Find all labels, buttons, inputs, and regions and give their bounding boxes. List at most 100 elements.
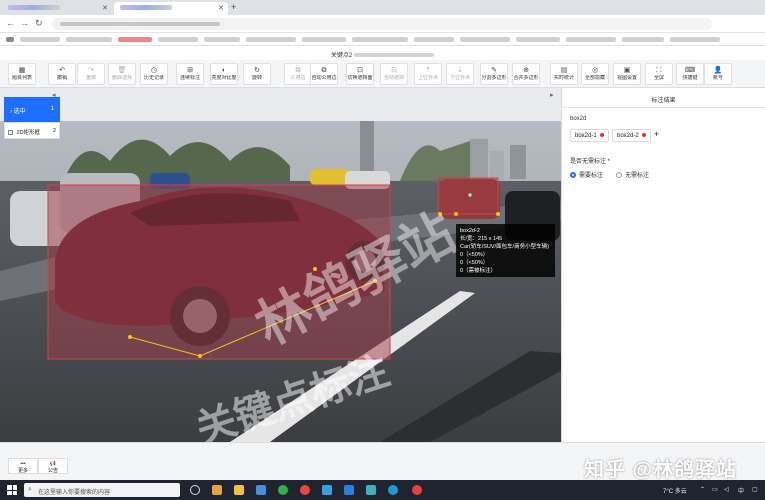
toolbar-button[interactable]: ↶ 撤销: [48, 63, 76, 85]
app-title: 关键点2: [0, 46, 765, 60]
windows-taskbar: ⌕ 在这里输入你要搜索的内容 7°C 多云 ⌃ ▭ ◁ 中 ▢: [0, 480, 765, 500]
taskbar-search-input[interactable]: ⌕ 在这里输入你要搜索的内容: [24, 483, 180, 497]
list-item-2d-box[interactable]: 2D矩形框 2: [4, 122, 60, 139]
bookmark[interactable]: [246, 37, 296, 42]
bookmark[interactable]: [670, 37, 720, 42]
toolbar-button[interactable]: 👤 账号: [704, 63, 732, 85]
road-photo[interactable]: 林鸽驿站 关键点标注: [0, 121, 561, 442]
bookmark[interactable]: [204, 37, 240, 42]
tray-arrow-icon[interactable]: ⌃: [700, 486, 705, 493]
toolbar-button[interactable]: ◎ 全部隐藏: [581, 63, 609, 85]
keypoint[interactable]: [468, 193, 472, 197]
toolbar-button[interactable]: ⇣ 下位界点: [446, 63, 474, 85]
tab-title: [120, 5, 172, 10]
question-label: 是否无需标注 *: [570, 159, 611, 165]
toolbar-button[interactable]: ▣ 视图设置: [613, 63, 641, 85]
app-icon[interactable]: [366, 485, 376, 495]
toolbar-button[interactable]: ⧉ 自动公用边: [310, 63, 338, 85]
keypoint[interactable]: [198, 354, 202, 358]
checkbox[interactable]: [8, 130, 13, 136]
toolbar-label: 全屏: [653, 75, 664, 81]
announcement-button[interactable]: 📢 公告: [38, 458, 68, 474]
toolbar-button[interactable]: ⊕ 合并多边形: [512, 63, 540, 85]
chrome-icon[interactable]: [300, 485, 310, 495]
task-view-icon[interactable]: [190, 485, 200, 495]
edge-icon[interactable]: [388, 485, 398, 495]
box-tag-label: box2d-1: [575, 133, 597, 139]
add-box-button[interactable]: +: [654, 129, 659, 139]
annotation-toolbar: ▦ 题目列表 ↶ 撤销 ↷ 重做 🗑 删除选择 ◷ 历史记录 ⊞ 连续标注 ◐ 亮度对比度 ↻ 旋转 ⧉ 公用边 ⧉…: [0, 60, 765, 88]
bookmark[interactable]: [516, 37, 560, 42]
bookmark[interactable]: [158, 37, 198, 42]
radio-need-annotate[interactable]: 需要标注: [570, 170, 603, 179]
toolbar-button[interactable]: ↻ 旋转: [243, 63, 271, 85]
toolbar-button[interactable]: ↷ 重做: [77, 63, 105, 85]
toolbar-button[interactable]: ⊟ 自动遮挡: [380, 63, 408, 85]
selected-group[interactable]: › 选中 1: [4, 97, 60, 122]
keypoint[interactable]: [496, 212, 500, 216]
toolbar-icon: ⧉: [321, 67, 327, 74]
keypoint[interactable]: [454, 212, 458, 216]
toolbar-icon: ▣: [623, 67, 631, 74]
new-tab-icon[interactable]: +: [231, 2, 236, 12]
bookmark[interactable]: [302, 37, 346, 42]
toolbar-button[interactable]: 🗑 删除选择: [108, 63, 136, 85]
weather-text[interactable]: 7°C 多云: [663, 486, 687, 495]
bookmark[interactable]: [352, 37, 408, 42]
tooltip-attr2: 0（<50%）: [460, 260, 489, 266]
reload-icon[interactable]: ↻: [35, 18, 43, 29]
radio-no-annotate[interactable]: 无需标注: [616, 170, 649, 179]
close-icon[interactable]: ✕: [218, 4, 224, 12]
windows-start-icon[interactable]: [7, 485, 17, 495]
address-bar[interactable]: [52, 18, 712, 30]
toolbar-icon: ⌨: [684, 67, 696, 74]
box-tag-1[interactable]: box2d-1: [570, 129, 609, 142]
close-icon[interactable]: ✕: [102, 4, 108, 12]
browser-tab[interactable]: ✕: [2, 2, 112, 15]
toolbar-button[interactable]: ⇡ 上位界点: [414, 63, 442, 85]
bookmark[interactable]: [622, 37, 664, 42]
annotation-image[interactable]: 林鸽驿站 关键点标注: [0, 121, 561, 442]
toolbar-button[interactable]: ▤ 实时统计: [550, 63, 578, 85]
list-item-label: 2D矩形框: [16, 130, 41, 136]
bookmark[interactable]: [66, 37, 112, 42]
bookmark[interactable]: [20, 37, 60, 42]
toolbar-button[interactable]: ⊡ 切换遮挡面: [346, 63, 374, 85]
bookmark[interactable]: [460, 37, 510, 42]
volume-icon[interactable]: ◁: [724, 486, 729, 493]
toolbar-button[interactable]: ⌨ 快捷键: [676, 63, 704, 85]
toolbar-button[interactable]: ⧉ 公用边: [284, 63, 312, 85]
toolbar-button[interactable]: ▦ 题目列表: [8, 63, 36, 85]
toolbar-label: 实时统计: [553, 75, 574, 81]
browser-tab-active[interactable]: ✕: [114, 2, 228, 15]
app-icon[interactable]: [412, 485, 422, 495]
mail-icon[interactable]: [256, 485, 266, 495]
annotation-tooltip: box2d-2 长/宽：215 x 145 Car(轿车/SUV/面包车/商务小…: [456, 224, 555, 277]
toolbar-button[interactable]: ✎ 分割多边形: [480, 63, 508, 85]
network-icon[interactable]: ▭: [712, 486, 718, 493]
app-icon[interactable]: [344, 485, 354, 495]
toolbar-button[interactable]: ◐ 亮度对比度: [210, 63, 238, 85]
bookmark[interactable]: [566, 37, 616, 42]
back-icon[interactable]: ←: [6, 18, 15, 28]
collapse-panel-icon[interactable]: ▸: [550, 91, 554, 99]
box2d-2-overlay[interactable]: [437, 177, 499, 215]
toolbar-label: 切换遮挡面: [347, 75, 373, 81]
toolbar-button[interactable]: ◷ 历史记录: [140, 63, 168, 85]
toolbar-button[interactable]: ⛶ 全屏: [645, 63, 673, 85]
app-icon[interactable]: [322, 485, 332, 495]
keypoint[interactable]: [128, 335, 132, 339]
folder-icon[interactable]: [234, 485, 244, 495]
ime-indicator[interactable]: 中: [738, 486, 744, 495]
box-tag-2[interactable]: box2d-2: [612, 129, 651, 142]
apps-icon[interactable]: [6, 37, 14, 42]
notification-icon[interactable]: ▢: [752, 486, 758, 493]
file-explorer-icon[interactable]: [212, 485, 222, 495]
more-button[interactable]: ••• 更多: [8, 458, 38, 474]
toolbar-button[interactable]: ⊞ 连续标注: [176, 63, 204, 85]
bookmark[interactable]: [118, 37, 152, 42]
forward-icon[interactable]: →: [20, 18, 29, 28]
bookmark[interactable]: [414, 37, 454, 42]
url-text: [60, 22, 220, 26]
wechat-icon[interactable]: [278, 485, 288, 495]
